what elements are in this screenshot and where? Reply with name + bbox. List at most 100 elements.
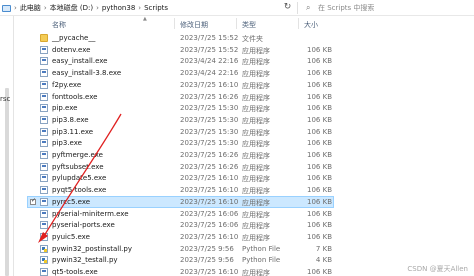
file-date: 2023/7/25 9:56 bbox=[180, 244, 234, 253]
search-box[interactable]: ⌕ bbox=[297, 2, 474, 14]
file-name: pyrcc5.exe bbox=[52, 197, 91, 206]
breadcrumb[interactable]: › 此电脑 › 本地磁盘 (D:) › python38 › Scripts bbox=[2, 2, 168, 14]
file-row[interactable]: __pycache__ 2023/7/25 15:52 文件夹 bbox=[28, 33, 333, 43]
file-type: 应用程序 bbox=[242, 46, 270, 55]
breadcrumb-separator-icon[interactable]: › bbox=[138, 4, 141, 12]
file-row[interactable]: pip3.11.exe 2023/7/25 15:30 应用程序 106 KB bbox=[28, 127, 333, 137]
file-list[interactable]: __pycache__ 2023/7/25 15:52 文件夹 dotenv.exe 2… bbox=[14, 33, 474, 276]
file-size: 106 KB bbox=[307, 197, 332, 206]
breadcrumb-separator-icon[interactable]: › bbox=[44, 4, 47, 12]
breadcrumb-this-pc[interactable]: 此电脑 bbox=[20, 3, 41, 13]
file-row[interactable]: pyftmerge.exe 2023/7/25 16:26 应用程序 106 KB bbox=[28, 150, 333, 160]
address-bar[interactable]: › 此电脑 › 本地磁盘 (D:) › python38 › Scripts ↻… bbox=[0, 0, 474, 16]
column-divider[interactable] bbox=[298, 18, 299, 29]
exe-icon bbox=[40, 162, 48, 171]
column-divider[interactable] bbox=[174, 18, 175, 29]
file-size: 106 KB bbox=[307, 209, 332, 218]
column-header-type[interactable]: 类型 bbox=[242, 20, 256, 30]
file-name: pyserial-miniterm.exe bbox=[52, 209, 129, 218]
sort-chevron-up-icon: ▲ bbox=[143, 16, 147, 22]
file-type: 应用程序 bbox=[242, 93, 270, 102]
file-row[interactable]: pyftsubset.exe 2023/7/25 16:26 应用程序 106 KB bbox=[28, 162, 333, 172]
file-type: 应用程序 bbox=[242, 81, 270, 90]
file-row[interactable]: pylupdate5.exe 2023/7/25 16:10 应用程序 106 KB bbox=[28, 173, 333, 183]
file-date: 2023/7/25 9:56 bbox=[180, 256, 234, 265]
file-row[interactable]: pyserial-ports.exe 2023/7/25 16:06 应用程序 106… bbox=[28, 220, 333, 230]
file-type: 应用程序 bbox=[242, 70, 270, 79]
file-name: pywin32_testall.py bbox=[52, 256, 118, 265]
file-date: 2023/7/25 16:10 bbox=[180, 268, 239, 276]
file-date: 2023/4/24 22:16 bbox=[180, 57, 239, 66]
file-size: 106 KB bbox=[307, 268, 332, 276]
file-name: pyftsubset.exe bbox=[52, 162, 104, 171]
exe-icon bbox=[40, 57, 48, 66]
file-name: pyftmerge.exe bbox=[52, 151, 103, 159]
file-row[interactable]: pyrcc5.exe 2023/7/25 16:10应用程序 106 KB bbox=[27, 195, 334, 208]
file-size: 4 KB bbox=[315, 256, 332, 265]
this-pc-icon bbox=[2, 4, 11, 12]
file-row[interactable]: pip3.8.exe 2023/7/25 15:30 应用程序 106 KB bbox=[28, 115, 333, 125]
exe-icon bbox=[40, 221, 48, 230]
file-row[interactable]: pip.exe 2023/7/25 15:30 应用程序 106 KB bbox=[28, 103, 333, 113]
breadcrumb-scripts[interactable]: Scripts bbox=[144, 4, 168, 12]
column-header-date[interactable]: 修改日期 bbox=[180, 20, 208, 30]
file-row[interactable]: pywin32_testall.py 2023/7/25 9:56 Python F… bbox=[28, 255, 333, 265]
file-date: 2023/7/25 16:26 bbox=[180, 92, 239, 101]
python-file-icon bbox=[40, 244, 48, 253]
file-type: 应用程序 bbox=[242, 140, 270, 149]
file-name: qt5-tools.exe bbox=[52, 268, 98, 276]
exe-icon bbox=[40, 209, 48, 218]
watermark: CSDN @夏天Allen bbox=[407, 265, 468, 273]
breadcrumb-python38[interactable]: python38 bbox=[102, 4, 135, 12]
file-date: 2023/7/25 16:10 bbox=[180, 174, 239, 183]
file-row[interactable]: easy_install.exe 2023/4/24 22:16 应用程序 106 K… bbox=[28, 56, 333, 66]
file-row[interactable]: pyqt5-tools.exe 2023/7/25 16:10 应用程序 106 KB bbox=[28, 185, 333, 195]
search-input[interactable] bbox=[318, 4, 468, 12]
file-row[interactable]: easy_install-3.8.exe 2023/4/24 22:16 应用程序 1… bbox=[28, 68, 333, 78]
file-date: 2023/7/25 16:10 bbox=[180, 197, 239, 206]
breadcrumb-separator-icon[interactable]: › bbox=[96, 4, 99, 12]
search-icon: ⌕ bbox=[306, 3, 311, 12]
file-row[interactable]: pip3.exe 2023/7/25 15:30 应用程序 106 KB bbox=[28, 138, 333, 148]
file-name: pywin32_postinstall.py bbox=[52, 244, 132, 253]
file-size: 106 KB bbox=[307, 151, 332, 159]
file-row[interactable]: fonttools.exe 2023/7/25 16:26 应用程序 106 KB bbox=[28, 92, 333, 102]
column-header-size[interactable]: 大小 bbox=[304, 20, 318, 30]
exe-icon bbox=[40, 268, 48, 276]
file-type: 应用程序 bbox=[242, 105, 270, 114]
file-date: 2023/7/25 16:26 bbox=[180, 151, 239, 159]
file-type: 应用程序 bbox=[242, 198, 270, 207]
file-size: 106 KB bbox=[307, 186, 332, 195]
exe-icon bbox=[40, 151, 48, 159]
file-row[interactable]: pyserial-miniterm.exe 2023/7/25 16:06 应用程序… bbox=[28, 209, 333, 219]
exe-icon bbox=[40, 127, 48, 136]
file-row[interactable]: pyuic5.exe 2023/7/25 16:10 应用程序 106 KB bbox=[28, 232, 333, 242]
file-row[interactable]: f2py.exe 2023/7/25 16:10 应用程序 106 KB bbox=[28, 80, 333, 90]
file-type: 应用程序 bbox=[242, 233, 270, 242]
file-type: 文件夹 bbox=[242, 35, 263, 43]
navigation-pane[interactable]: rsc bbox=[0, 16, 14, 276]
exe-icon bbox=[40, 197, 48, 206]
file-row[interactable]: qt5-tools.exe 2023/7/25 16:10 应用程序 106 KB bbox=[28, 267, 333, 276]
file-row[interactable]: dotenv.exe 2023/7/25 15:52 应用程序 106 KB bbox=[28, 45, 333, 55]
row-checkbox[interactable] bbox=[30, 197, 36, 205]
file-date: 2023/4/24 22:16 bbox=[180, 69, 239, 78]
column-divider[interactable] bbox=[236, 18, 237, 29]
refresh-icon[interactable]: ↻ bbox=[282, 2, 293, 13]
exe-icon bbox=[40, 115, 48, 124]
breadcrumb-separator-icon[interactable]: › bbox=[14, 4, 17, 12]
exe-icon bbox=[40, 186, 48, 195]
file-name: pyqt5-tools.exe bbox=[52, 186, 107, 195]
column-header-name[interactable]: 名称 bbox=[52, 20, 66, 30]
nav-scrollbar[interactable] bbox=[5, 88, 9, 276]
breadcrumb-drive-d[interactable]: 本地磁盘 (D:) bbox=[50, 3, 93, 13]
file-size: 106 KB bbox=[307, 115, 332, 124]
file-type: 应用程序 bbox=[242, 58, 270, 67]
file-date: 2023/7/25 15:52 bbox=[180, 34, 239, 42]
file-type: 应用程序 bbox=[242, 269, 270, 276]
file-row[interactable]: pywin32_postinstall.py 2023/7/25 9:56 Pyth… bbox=[28, 244, 333, 254]
nav-item-partial-label[interactable]: rsc bbox=[0, 95, 10, 103]
python-file-icon bbox=[40, 256, 48, 265]
file-size: 106 KB bbox=[307, 127, 332, 136]
file-size: 106 KB bbox=[307, 104, 332, 113]
